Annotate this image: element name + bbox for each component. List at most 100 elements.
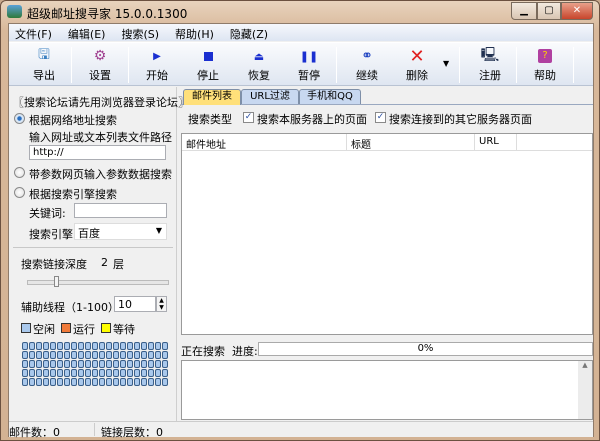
thread-cell: [134, 360, 140, 368]
thread-cell: [127, 360, 133, 368]
check-other-servers[interactable]: ✓: [375, 112, 386, 123]
engine-label: 搜索引擎: [29, 228, 73, 241]
thread-cell: [43, 378, 49, 386]
delete-label: 删除: [406, 69, 428, 82]
binoculars-icon: ⚭: [361, 48, 373, 64]
export-button[interactable]: 🖫 导出: [19, 45, 69, 85]
thread-cell: [43, 369, 49, 377]
thread-cell: [127, 378, 133, 386]
thread-cell: [106, 369, 112, 377]
log-scrollbar[interactable]: ▲: [578, 361, 592, 419]
delete-dropdown-arrow-icon[interactable]: ▼: [443, 59, 449, 68]
register-button[interactable]: 🖳 注册: [465, 45, 515, 85]
thread-cell: [50, 369, 56, 377]
column-header-email[interactable]: 邮件地址: [182, 134, 347, 151]
thread-cell: [78, 360, 84, 368]
depth-slider-track[interactable]: [27, 280, 169, 285]
menu-hide[interactable]: 隐藏(Z): [224, 24, 274, 41]
column-header-empty: [517, 134, 592, 151]
thread-cell: [22, 369, 28, 377]
thread-cell: [113, 378, 119, 386]
radio-engine-search[interactable]: [14, 187, 25, 198]
thread-cell: [50, 342, 56, 350]
thread-cell: [22, 342, 28, 350]
check-same-server-label: 搜索本服务器上的页面: [257, 113, 367, 126]
thread-cell: [85, 378, 91, 386]
thread-cell: [106, 351, 112, 359]
help-button[interactable]: ? 帮助: [520, 45, 570, 85]
url-input[interactable]: http://: [29, 145, 166, 160]
continue-button[interactable]: ⚭ 继续: [342, 45, 392, 85]
thread-cell: [71, 360, 77, 368]
maximize-button[interactable]: ▢: [537, 2, 561, 20]
start-button[interactable]: ▶ 开始: [132, 45, 182, 85]
menu-file[interactable]: 文件(F): [9, 24, 58, 41]
depth-unit: 层: [113, 258, 124, 271]
engine-value: 百度: [78, 227, 100, 240]
check-same-server[interactable]: ✓: [243, 112, 254, 123]
thread-cell: [113, 351, 119, 359]
window-title: 超级邮址搜寻家 15.0.0.1300: [27, 7, 188, 21]
tab-url-filter[interactable]: URL过滤: [241, 89, 299, 104]
thread-cell: [113, 360, 119, 368]
thread-cell: [29, 360, 35, 368]
status-email-count: 邮件数：0: [9, 426, 60, 439]
thread-cell: [78, 342, 84, 350]
legend-label: 等待: [113, 323, 135, 336]
legend-label: 运行: [73, 323, 95, 336]
thread-cell: [57, 360, 63, 368]
forum-notice: 〖搜索论坛请先用浏览器登录论坛〗: [13, 96, 189, 109]
thread-cell: [29, 351, 35, 359]
threads-stepper[interactable]: ▲ ▼: [156, 296, 167, 312]
left-panel: 〖搜索论坛请先用浏览器登录论坛〗 根据网络地址搜索 输入网址或文本列表文件路径 …: [9, 87, 189, 421]
column-header-url[interactable]: URL: [475, 134, 517, 151]
thread-cell: [106, 360, 112, 368]
radio-engine-label: 根据搜索引擎搜索: [29, 188, 117, 201]
thread-cell: [155, 378, 161, 386]
thread-cell: [78, 369, 84, 377]
legend-swatch: [101, 323, 111, 333]
thread-cell: [99, 360, 105, 368]
thread-cell: [162, 351, 168, 359]
radio-url-label: 根据网络地址搜索: [29, 114, 117, 127]
thread-cell: [134, 342, 140, 350]
minimize-button[interactable]: ▁: [511, 2, 537, 20]
thread-cell: [120, 360, 126, 368]
app-window: 超级邮址搜寻家 15.0.0.1300 ▁ ▢ ✕ 文件(F) 编辑(E) 搜索…: [0, 0, 600, 441]
thread-cell: [148, 351, 154, 359]
thread-cell: [36, 342, 42, 350]
tab-email-list[interactable]: 邮件列表: [183, 89, 241, 105]
pause-button[interactable]: ❚❚ 暂停: [284, 45, 334, 85]
thread-cell: [155, 351, 161, 359]
thread-cell: [92, 342, 98, 350]
stop-button[interactable]: 停止: [183, 45, 233, 85]
thread-cell: [85, 369, 91, 377]
thread-cell: [155, 342, 161, 350]
depth-value: 2: [101, 256, 108, 269]
close-button[interactable]: ✕: [561, 2, 593, 20]
log-textarea[interactable]: ▲: [181, 360, 593, 420]
thread-cell: [85, 360, 91, 368]
thread-cell: [50, 351, 56, 359]
thread-cell: [106, 342, 112, 350]
settings-button[interactable]: ⚙ 设置: [75, 45, 125, 85]
menu-edit[interactable]: 编辑(E): [62, 24, 112, 41]
menu-help[interactable]: 帮助(H): [169, 24, 220, 41]
resume-button[interactable]: ⏏ 恢复: [234, 45, 284, 85]
stop-icon: [183, 45, 233, 67]
engine-select[interactable]: 百度 ▼: [74, 223, 167, 240]
legend-swatch: [21, 323, 31, 333]
tab-phone-qq[interactable]: 手机和QQ: [299, 89, 361, 104]
menu-search[interactable]: 搜索(S): [115, 24, 165, 41]
threads-input[interactable]: 10: [114, 296, 156, 312]
depth-slider-thumb[interactable]: [54, 276, 60, 287]
radio-param-search[interactable]: [14, 167, 25, 178]
radio-param-label: 带参数网页输入参数数据搜索: [29, 168, 172, 181]
delete-button[interactable]: ✕ 删除: [392, 45, 442, 85]
thread-cell: [71, 342, 77, 350]
thread-cell: [22, 351, 28, 359]
divider: [94, 423, 95, 436]
radio-url-search[interactable]: [14, 113, 25, 124]
column-header-title[interactable]: 标题: [347, 134, 475, 151]
keyword-input[interactable]: [74, 203, 167, 218]
